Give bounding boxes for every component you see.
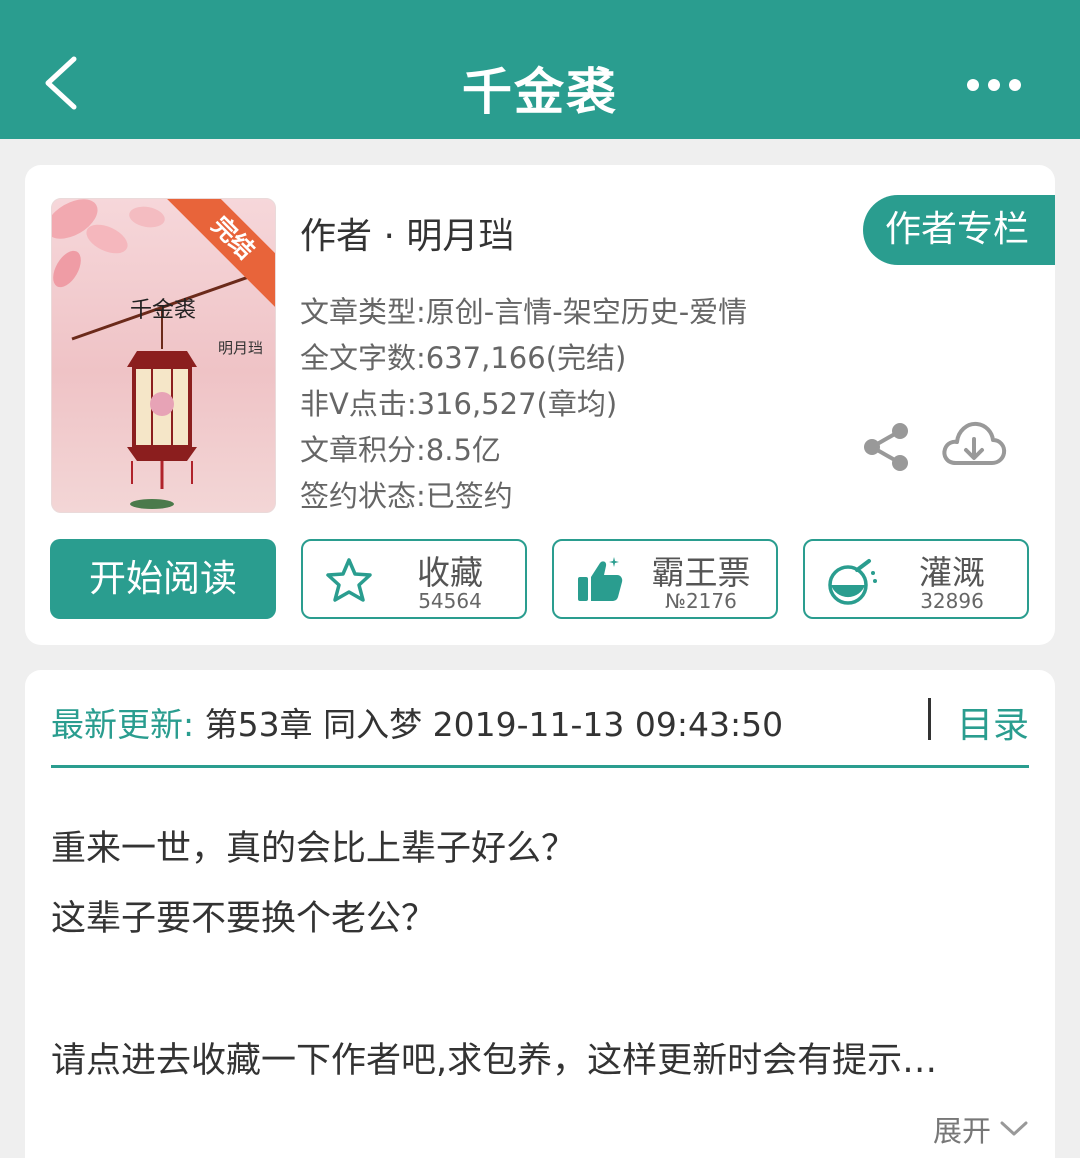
vote-label: 霸王票	[651, 553, 751, 592]
water-button[interactable]: 灌溉 32896	[803, 539, 1029, 619]
expand-button[interactable]: 展开	[933, 1108, 1029, 1150]
start-reading-button[interactable]: 开始阅读	[50, 539, 276, 619]
latest-update-row[interactable]: 最新更新: 第53章 同入梦 2019-11-13 09:43:50	[51, 698, 783, 746]
section-underline	[51, 765, 1029, 768]
favorite-count: 54564	[418, 589, 482, 613]
star-icon	[326, 558, 372, 602]
table-of-contents-link[interactable]: 目录	[957, 696, 1029, 748]
vote-count: №2176	[665, 589, 737, 613]
expand-label: 展开	[932, 1114, 991, 1148]
cloud-download-icon	[942, 421, 1007, 465]
watering-flask-icon	[828, 559, 877, 605]
description-line: 请点进去收藏一下作者吧,求包养，这样更新时会有提示…	[51, 1041, 938, 1081]
share-button[interactable]	[860, 420, 914, 474]
divider	[928, 698, 931, 740]
author-name[interactable]: 作者 · 明月珰	[300, 207, 514, 259]
meta-sign-status: 签约状态:已签约	[300, 479, 513, 513]
download-button[interactable]	[940, 417, 1008, 475]
thumbs-up-icon	[578, 557, 623, 601]
share-icon	[864, 423, 908, 471]
description-card: 最新更新: 第53章 同入梦 2019-11-13 09:43:50 目录 重来…	[25, 670, 1055, 1158]
favorite-label: 收藏	[417, 553, 483, 592]
water-count: 32896	[920, 589, 984, 613]
meta-genre: 文章类型:原创-言情-架空历史-爱情	[300, 295, 748, 329]
description-line: 重来一世，真的会比上辈子好么？	[51, 829, 577, 869]
more-button[interactable]	[965, 70, 1025, 100]
favorite-button[interactable]: 收藏 54564	[301, 539, 527, 619]
cover-author: 明月珰	[218, 339, 264, 357]
top-bar: 千金裘	[0, 0, 1080, 139]
meta-word-count: 全文字数:637,166(完结)	[300, 341, 627, 375]
meta-clicks: 非V点击:316,527(章均)	[300, 387, 618, 421]
chevron-down-icon	[1000, 1121, 1028, 1136]
vote-button[interactable]: 霸王票 №2176	[552, 539, 778, 619]
book-info-card: 完结 千金裘 明月珰 作者 · 明月珰 作者专栏 文章类型:原创-言情-架空历史…	[25, 165, 1055, 645]
water-label: 灌溉	[919, 553, 985, 592]
book-cover[interactable]: 完结 千金裘 明月珰	[51, 198, 276, 513]
latest-update-label: 最新更新:	[51, 705, 195, 744]
more-horizontal-icon	[967, 79, 1021, 91]
page-title: 千金裘	[462, 63, 618, 121]
description-line: 这辈子要不要换个老公？	[51, 899, 437, 939]
author-column-button[interactable]: 作者专栏	[863, 195, 1055, 265]
meta-score: 文章积分:8.5亿	[300, 433, 501, 467]
cover-title: 千金裘	[130, 298, 197, 323]
latest-update-text: 第53章 同入梦 2019-11-13 09:43:50	[194, 705, 784, 744]
